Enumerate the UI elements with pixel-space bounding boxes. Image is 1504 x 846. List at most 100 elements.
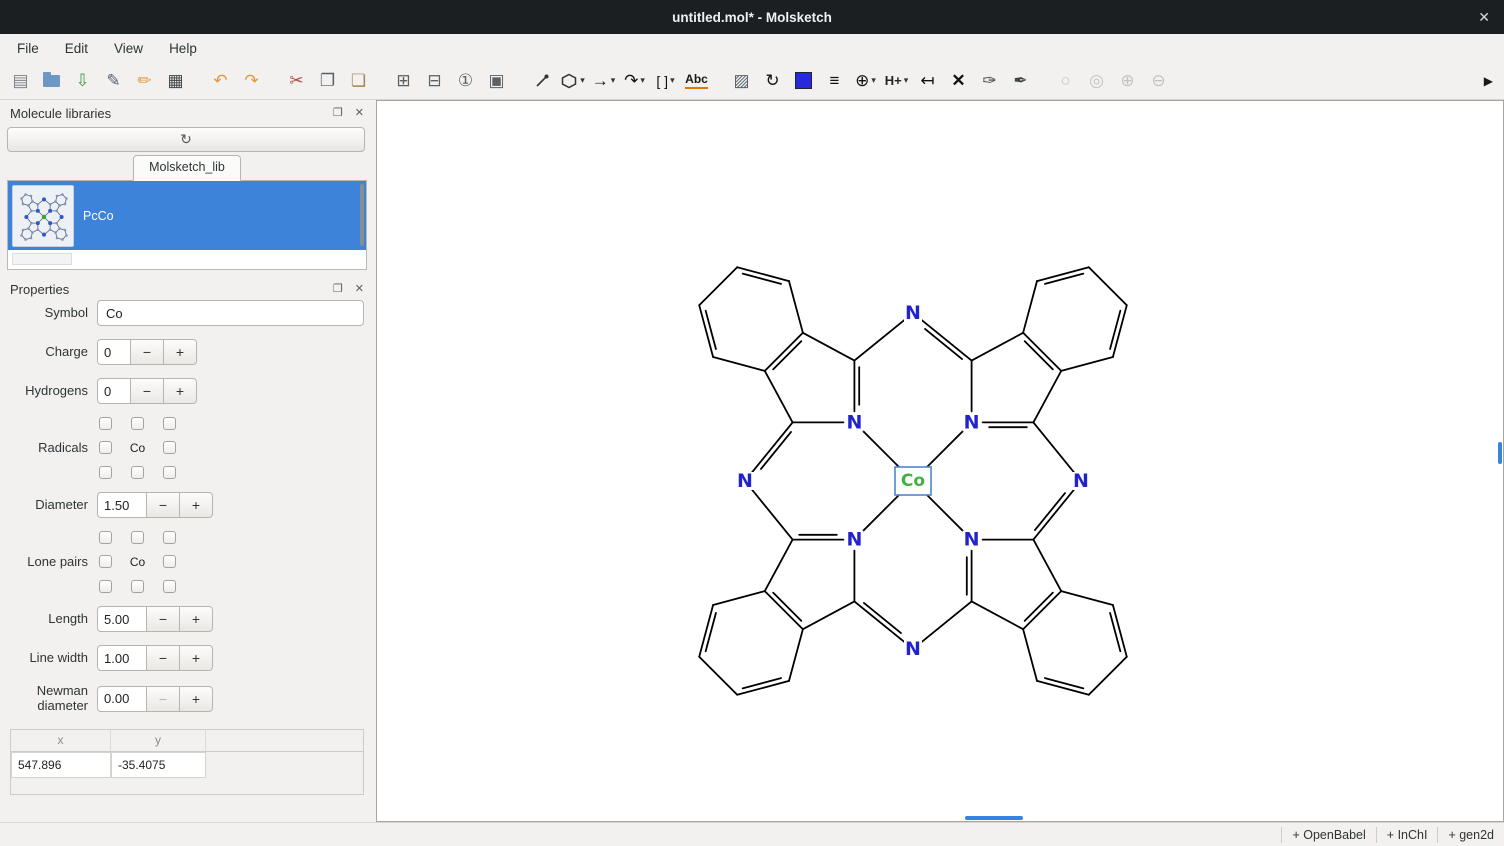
- text-tool-button[interactable]: Abc: [681, 66, 712, 96]
- cut-button[interactable]: ✂: [281, 66, 312, 96]
- lone-pair-checkbox[interactable]: [99, 531, 112, 544]
- bracket-tool-button[interactable]: [ ]▾: [650, 66, 681, 96]
- tab-molsketch-lib[interactable]: Molsketch_lib: [133, 155, 241, 181]
- zoom-original-icon: ①: [458, 72, 473, 89]
- radical-checkbox[interactable]: [163, 441, 176, 454]
- lone-pair-checkbox[interactable]: [131, 580, 144, 593]
- diameter-field[interactable]: [97, 492, 147, 518]
- newman-diameter-field[interactable]: [97, 686, 147, 712]
- radical-checkbox[interactable]: [131, 466, 144, 479]
- chevron-down-icon: ▾: [580, 75, 585, 86]
- canvas-vertical-scrollbar[interactable]: [1498, 442, 1502, 464]
- line-width-field[interactable]: [97, 645, 147, 671]
- length-minus-button[interactable]: −: [147, 606, 180, 632]
- menu-help[interactable]: Help: [156, 37, 210, 60]
- scissors-icon: ✂: [289, 72, 303, 89]
- radical-checkbox[interactable]: [99, 466, 112, 479]
- increase-hydrogens-icon: ⊕: [1120, 72, 1134, 89]
- toolbar-overflow-button[interactable]: ▶: [1478, 73, 1499, 89]
- paste-button[interactable]: ❏: [343, 66, 374, 96]
- diameter-minus-button[interactable]: −: [147, 492, 180, 518]
- redo-button[interactable]: ↷: [236, 66, 267, 96]
- hydrogens-plus-button[interactable]: +: [164, 378, 197, 404]
- lone-pair-checkbox[interactable]: [99, 580, 112, 593]
- add-hydrogens-button: ◎: [1081, 66, 1112, 96]
- charge-minus-button[interactable]: −: [131, 339, 164, 365]
- undo-button[interactable]: ↶: [205, 66, 236, 96]
- menu-view[interactable]: View: [101, 37, 156, 60]
- symbol-label: Symbol: [10, 306, 88, 321]
- library-scrollbar[interactable]: [360, 184, 364, 246]
- refresh-library-button[interactable]: ↻: [7, 127, 365, 152]
- del​ete-tool-button[interactable]: ✕: [943, 66, 974, 96]
- zoom-original-button[interactable]: ①: [450, 66, 481, 96]
- radical-checkbox[interactable]: [99, 441, 112, 454]
- lone-pair-checkbox[interactable]: [163, 531, 176, 544]
- mechanism-pencil-button[interactable]: ✑: [974, 66, 1005, 96]
- library-item-pcco[interactable]: PcCo: [8, 181, 366, 250]
- color-picker-button[interactable]: [788, 66, 819, 96]
- charge-field[interactable]: [97, 339, 131, 365]
- radical-checkbox[interactable]: [131, 417, 144, 430]
- ring-tool-button[interactable]: ▾: [557, 66, 588, 96]
- save-as-button[interactable]: ✎: [98, 66, 129, 96]
- color-swatch-icon: [795, 72, 812, 89]
- close-panel-icon[interactable]: ✕: [355, 108, 364, 119]
- print-button[interactable]: ▦: [160, 66, 191, 96]
- hatch-tool-button[interactable]: ▨: [726, 66, 757, 96]
- delete-x-icon: ✕: [951, 72, 965, 89]
- charge-plus-button[interactable]: +: [164, 339, 197, 365]
- svg-text:N: N: [964, 411, 980, 433]
- draw-bond-tool-button[interactable]: [526, 66, 557, 96]
- arrow-tool-button[interactable]: →▾: [588, 66, 619, 96]
- radical-checkbox[interactable]: [99, 417, 112, 430]
- rotate-tool-button[interactable]: ↻: [757, 66, 788, 96]
- connection-tool-button[interactable]: ↤: [912, 66, 943, 96]
- line-width-plus-button[interactable]: +: [180, 645, 213, 671]
- lone-pair-checkbox[interactable]: [163, 555, 176, 568]
- canvas-horizontal-scrollbar[interactable]: [965, 816, 1023, 820]
- radical-checkbox[interactable]: [163, 417, 176, 430]
- library-tabstrip: Molsketch_lib: [7, 155, 367, 181]
- charge-tool-button[interactable]: ⊕▾: [850, 66, 881, 96]
- float-panel-icon[interactable]: ❐: [333, 108, 343, 119]
- curved-arrow-tool-button[interactable]: ↷▾: [619, 66, 650, 96]
- lone-pair-checkbox[interactable]: [99, 555, 112, 568]
- paste-icon: ❏: [351, 72, 366, 89]
- status-inchi: + InChI: [1376, 827, 1438, 843]
- lone-pair-checkbox[interactable]: [163, 580, 176, 593]
- hydrogen-tool-button[interactable]: H+▾: [881, 66, 912, 96]
- zoom-out-button[interactable]: ⊟: [419, 66, 450, 96]
- save-button[interactable]: ⇩: [67, 66, 98, 96]
- radical-checkbox[interactable]: [163, 466, 176, 479]
- line-width-minus-button[interactable]: −: [147, 645, 180, 671]
- menu-file[interactable]: File: [4, 37, 52, 60]
- hydrogens-minus-button[interactable]: −: [131, 378, 164, 404]
- copy-icon: ❐: [320, 72, 335, 89]
- length-plus-button[interactable]: +: [180, 606, 213, 632]
- length-field[interactable]: [97, 606, 147, 632]
- line-width-button[interactable]: ≡: [819, 66, 850, 96]
- coord-y-cell[interactable]: [111, 752, 206, 778]
- zoom-fit-button[interactable]: ▣: [481, 66, 512, 96]
- new-document-button[interactable]: ▤: [5, 66, 36, 96]
- menu-edit[interactable]: Edit: [52, 37, 101, 60]
- mechanism-pencil-2-button[interactable]: ✒: [1005, 66, 1036, 96]
- newman-plus-button[interactable]: +: [180, 686, 213, 712]
- close-panel-icon[interactable]: ✕: [355, 284, 364, 295]
- copy-button[interactable]: ❐: [312, 66, 343, 96]
- lone-pair-checkbox[interactable]: [131, 531, 144, 544]
- symbol-field[interactable]: [97, 300, 364, 326]
- edit-drawing-button[interactable]: ✏: [129, 66, 160, 96]
- window-close-button[interactable]: ✕: [1478, 10, 1490, 24]
- curved-arrow-icon: ↷: [624, 72, 638, 89]
- diameter-plus-button[interactable]: +: [180, 492, 213, 518]
- hydrogens-field[interactable]: [97, 378, 131, 404]
- zoom-in-button[interactable]: ⊞: [388, 66, 419, 96]
- float-panel-icon[interactable]: ❐: [333, 284, 343, 295]
- drawing-canvas[interactable]: CoNNNNNNNN: [376, 100, 1504, 822]
- open-button[interactable]: [36, 66, 67, 96]
- library-item-next[interactable]: [8, 250, 366, 266]
- svg-text:N: N: [846, 411, 862, 433]
- coord-x-cell[interactable]: [11, 752, 111, 778]
